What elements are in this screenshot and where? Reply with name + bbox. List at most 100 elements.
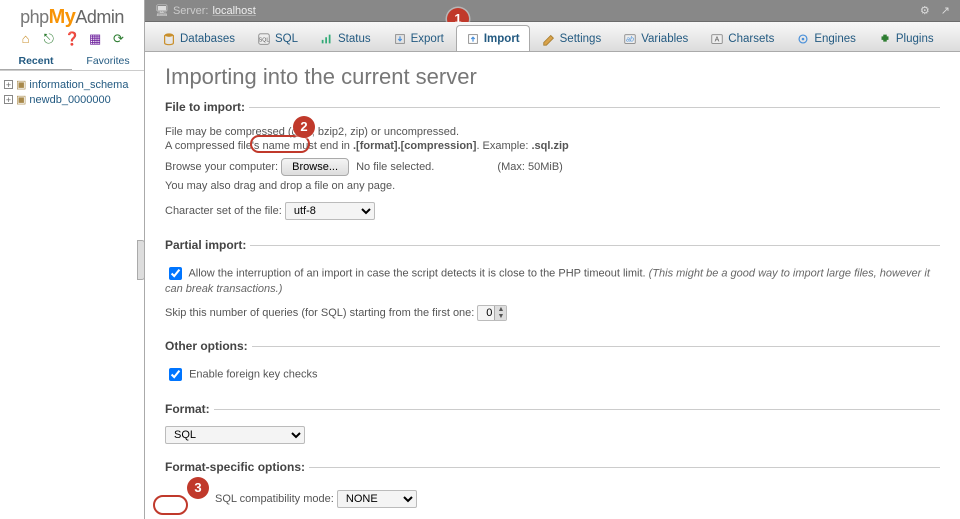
compat-select[interactable]: NONE xyxy=(337,490,417,508)
database-icon: ▣ xyxy=(16,78,26,91)
page-content: Importing into the current server File t… xyxy=(145,52,960,519)
sql-icon: SQL xyxy=(257,32,271,46)
nav-tab-recent[interactable]: Recent xyxy=(0,53,72,70)
tab-label: Import xyxy=(484,33,520,45)
expand-icon[interactable]: + xyxy=(4,80,13,89)
format-select[interactable]: SQL xyxy=(165,426,305,444)
sql-query-icon[interactable]: ▦ xyxy=(87,31,103,47)
tab-label: Export xyxy=(411,33,444,45)
export-icon xyxy=(393,32,407,46)
charset-label: Character set of the file: xyxy=(165,205,282,217)
tab-label: Charsets xyxy=(728,33,774,45)
breadcrumb-bar: 🖥 Server: localhost ⚙ ↗ xyxy=(145,0,960,22)
plugins-icon xyxy=(878,32,892,46)
main-panel: 🖥 Server: localhost ⚙ ↗ Databases SQL SQ… xyxy=(145,0,960,519)
tab-export[interactable]: Export xyxy=(383,25,454,51)
no-file-selected: No file selected. xyxy=(356,161,434,173)
settings-icon xyxy=(542,32,556,46)
database-icon: ▣ xyxy=(16,93,26,106)
tree-item-information-schema[interactable]: + ▣ information_schema xyxy=(4,77,140,92)
page-title: Importing into the current server xyxy=(165,64,940,90)
browse-label: Browse your computer: xyxy=(165,161,278,173)
tab-label: Status xyxy=(338,33,371,45)
logout-icon[interactable]: ⎋ xyxy=(41,31,57,47)
browse-button[interactable] xyxy=(281,158,349,176)
tab-databases[interactable]: Databases xyxy=(152,25,245,51)
section-format-specific: Format-specific options: SQL compatibili… xyxy=(165,460,940,519)
tab-import[interactable]: Import xyxy=(456,25,530,51)
drag-drop-hint: You may also drag and drop a file on any… xyxy=(165,180,940,192)
format-specific-inner: SQL compatibility mode: NONE Do not use … xyxy=(165,490,940,519)
max-size-label: (Max: 50MiB) xyxy=(497,161,562,173)
compat-label: SQL compatibility mode: xyxy=(215,493,334,505)
annotation-badge-3: 3 xyxy=(187,477,209,499)
tab-label: Plugins xyxy=(896,33,934,45)
allow-interrupt-checkbox[interactable] xyxy=(169,267,182,280)
pma-logo[interactable]: phpMyAdmin xyxy=(0,6,144,29)
charset-row: Character set of the file: utf-8 xyxy=(165,202,940,220)
top-menu: Databases SQL SQL Status Export Import S… xyxy=(145,22,960,52)
section-other-options: Other options: Enable foreign key checks xyxy=(165,339,940,398)
allow-interrupt-row: Allow the interruption of an import in c… xyxy=(165,264,940,295)
tab-settings[interactable]: Settings xyxy=(532,25,612,51)
svg-text:ab: ab xyxy=(626,36,634,43)
tab-variables[interactable]: ab Variables xyxy=(613,25,698,51)
charset-select[interactable]: utf-8 xyxy=(285,202,375,220)
breadcrumb-server-value[interactable]: localhost xyxy=(212,0,255,22)
charsets-icon: A xyxy=(710,32,724,46)
section-legend: Format: xyxy=(165,402,214,416)
engines-icon xyxy=(796,32,810,46)
tab-charsets[interactable]: A Charsets xyxy=(700,25,784,51)
fk-label: Enable foreign key checks xyxy=(189,368,317,380)
console-toggle-icon[interactable]: ⚙ xyxy=(920,5,930,17)
section-format: Format: SQL xyxy=(165,402,940,456)
skip-queries-input[interactable] xyxy=(477,305,507,321)
compat-row: SQL compatibility mode: NONE xyxy=(215,490,940,508)
nav-tabs: Recent Favorites xyxy=(0,53,144,71)
file-hint-2: A compressed file's name must end in .[f… xyxy=(165,140,940,152)
tab-status[interactable]: Status xyxy=(310,25,381,51)
nav-tree: + ▣ information_schema + ▣ newdb_0000000 xyxy=(0,71,144,107)
tree-item-label: newdb_0000000 xyxy=(29,94,110,106)
section-legend: Partial import: xyxy=(165,238,250,252)
tab-engines[interactable]: Engines xyxy=(786,25,866,51)
fk-row: Enable foreign key checks xyxy=(165,365,940,384)
tab-sql[interactable]: SQL SQL xyxy=(247,25,308,51)
tab-label: SQL xyxy=(275,33,298,45)
server-icon: 🖥 xyxy=(155,0,169,22)
nav-collapse-handle[interactable] xyxy=(137,240,145,280)
skip-queries-row: Skip this number of queries (for SQL) st… xyxy=(165,305,940,321)
tree-item-newdb[interactable]: + ▣ newdb_0000000 xyxy=(4,92,140,107)
breadcrumb-server-label: Server: xyxy=(173,0,208,22)
status-icon xyxy=(320,32,334,46)
reload-icon[interactable]: ⟳ xyxy=(110,31,126,47)
section-file-to-import: File to import: File may be compressed (… xyxy=(165,100,940,234)
expand-icon[interactable]: + xyxy=(4,95,13,104)
page-settings-icon[interactable]: ↗ xyxy=(941,5,950,17)
tab-plugins[interactable]: Plugins xyxy=(868,25,944,51)
skip-queries-label: Skip this number of queries (for SQL) st… xyxy=(165,307,474,319)
tab-label: Engines xyxy=(814,33,856,45)
tab-label: Settings xyxy=(560,33,602,45)
svg-text:SQL: SQL xyxy=(259,37,270,43)
file-hint-1: File may be compressed (gzip, bzip2, zip… xyxy=(165,126,940,138)
section-partial-import: Partial import: Allow the interruption o… xyxy=(165,238,940,335)
tab-label: Databases xyxy=(180,33,235,45)
svg-text:A: A xyxy=(715,36,720,43)
fk-checkbox[interactable] xyxy=(169,368,182,381)
docs-icon[interactable]: ❓ xyxy=(64,31,80,47)
section-legend: File to import: xyxy=(165,100,249,114)
home-icon[interactable]: ⌂ xyxy=(18,31,34,47)
allow-interrupt-label: Allow the interruption of an import in c… xyxy=(188,267,645,279)
nav-tab-favorites[interactable]: Favorites xyxy=(72,53,144,70)
browse-row: Browse your computer: No file selected. … xyxy=(165,158,940,176)
import-icon xyxy=(466,32,480,46)
navigation-panel: phpMyAdmin ⌂ ⎋ ❓ ▦ ⟳ Recent Favorites + … xyxy=(0,0,145,519)
section-legend: Format-specific options: xyxy=(165,460,309,474)
nav-icon-row: ⌂ ⎋ ❓ ▦ ⟳ xyxy=(0,31,144,47)
databases-icon xyxy=(162,32,176,46)
section-legend: Other options: xyxy=(165,339,252,353)
variables-icon: ab xyxy=(623,32,637,46)
tree-item-label: information_schema xyxy=(29,79,128,91)
tab-label: Variables xyxy=(641,33,688,45)
